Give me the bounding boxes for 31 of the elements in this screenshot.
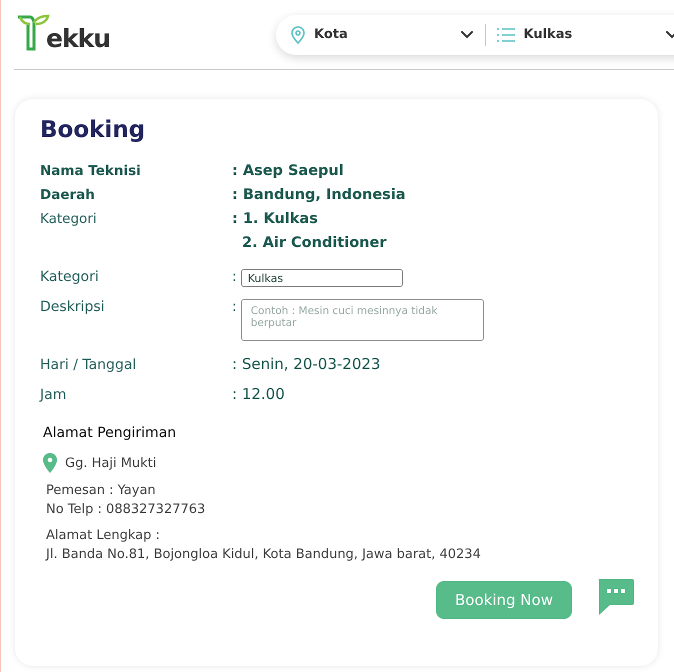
address-label: Alamat Lengkap : bbox=[46, 527, 161, 545]
location-select[interactable]: Kota bbox=[290, 26, 484, 44]
logo-text: ekku bbox=[46, 26, 110, 50]
field-value: 2. Air Conditioner bbox=[241, 234, 386, 253]
field-label: Kategori bbox=[40, 269, 100, 285]
field-label: Daerah bbox=[40, 186, 96, 205]
category-select[interactable]: Kulkas bbox=[496, 26, 674, 42]
field-label: Deskripsi bbox=[40, 299, 106, 315]
map-pin-icon bbox=[43, 453, 57, 473]
location-pin-icon bbox=[290, 26, 306, 44]
place-name: Gg. Haji Mukti bbox=[65, 454, 156, 472]
field-label: Nama Teknisi bbox=[40, 162, 142, 181]
orderer-name: Pemesan : Yayan bbox=[46, 482, 157, 500]
full-address: Jl. Banda No.81, Bojongloa Kidul, Kota Bandung, Jawa barat, 40234 bbox=[46, 546, 482, 564]
colon-separator: : bbox=[232, 269, 237, 285]
field-label: Kategori bbox=[40, 210, 98, 229]
description-field[interactable]: Contoh : Mesin cuci mesinnya tidak berputar bbox=[240, 299, 484, 341]
field-value: : Senin, 20-03-2023 bbox=[232, 355, 380, 373]
page-title: Booking bbox=[40, 117, 146, 143]
field-value: : 1. Kulkas bbox=[232, 210, 319, 229]
category-input[interactable]: Kulkas bbox=[240, 269, 403, 287]
field-value: : 12.00 bbox=[232, 385, 285, 403]
field-value: : Bandung, Indonesia bbox=[232, 186, 406, 205]
colon-separator: : bbox=[232, 299, 237, 315]
list-icon bbox=[496, 26, 516, 42]
phone-number: No Telp : 088327327763 bbox=[46, 501, 206, 519]
field-value: : Asep Saepul bbox=[232, 162, 344, 181]
section-title: Alamat Pengiriman bbox=[43, 425, 178, 441]
field-label: Jam bbox=[40, 387, 68, 403]
chat-icon[interactable] bbox=[596, 578, 634, 616]
field-label: Hari / Tanggal bbox=[40, 357, 138, 373]
